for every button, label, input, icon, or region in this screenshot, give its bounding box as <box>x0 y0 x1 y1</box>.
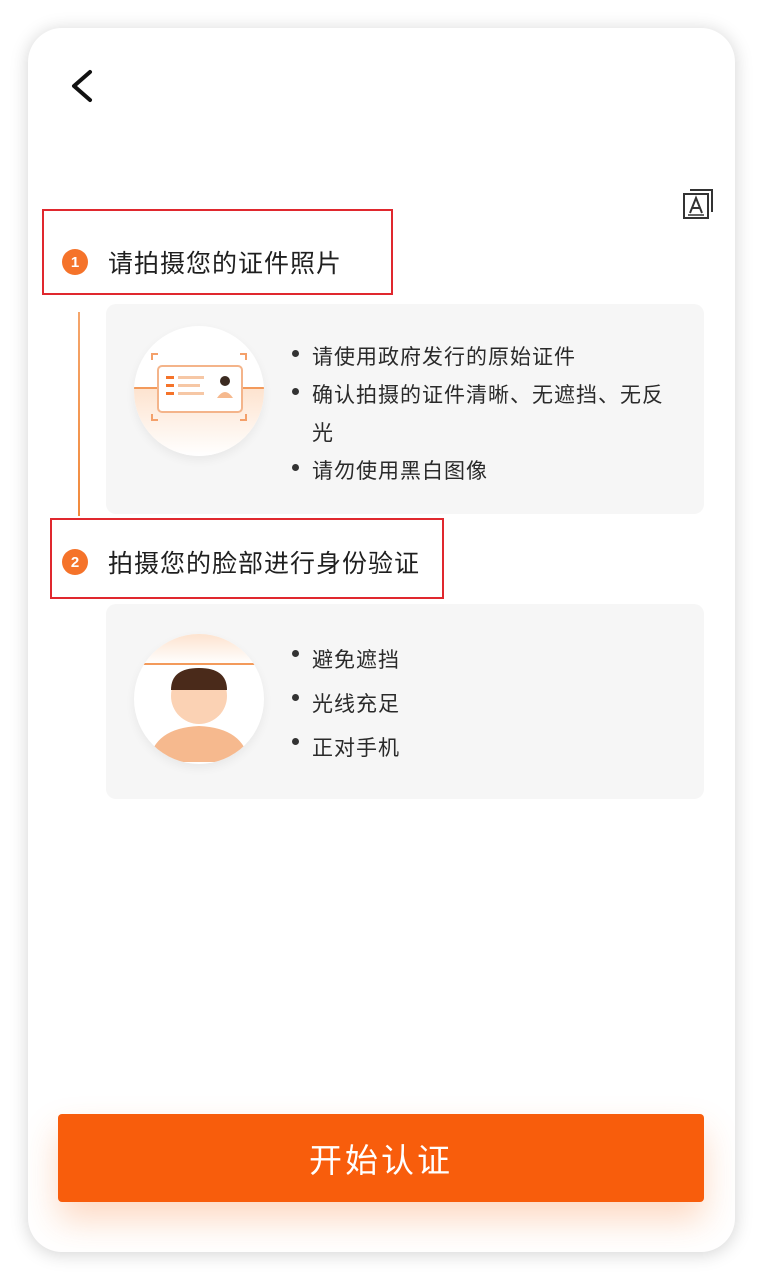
font-size-icon <box>683 189 713 219</box>
step-1-badge: 1 <box>62 249 88 275</box>
step-1-card: 请使用政府发行的原始证件 确认拍摄的证件清晰、无遮挡、无反光 请勿使用黑白图像 <box>106 304 704 514</box>
tip-item: 确认拍摄的证件清晰、无遮挡、无反光 <box>290 376 680 452</box>
start-verification-button[interactable]: 开始认证 <box>58 1114 704 1202</box>
chevron-left-icon <box>72 70 92 102</box>
step-2-card: 避免遮挡 光线充足 正对手机 <box>106 604 704 799</box>
id-card-icon <box>134 326 264 456</box>
font-size-button[interactable] <box>682 186 718 222</box>
tip-item: 请勿使用黑白图像 <box>290 452 680 490</box>
step-timeline <box>78 312 80 516</box>
face-icon <box>134 634 264 764</box>
step-1-title: 请拍摄您的证件照片 <box>108 249 343 278</box>
tip-item: 请使用政府发行的原始证件 <box>290 338 680 376</box>
phone-frame: 1 请拍摄您的证件照片 请使用政府发行的原始证件 确认拍摄的证件清晰、无遮挡、无… <box>28 28 735 1252</box>
back-button[interactable] <box>64 64 108 108</box>
step-2-badge: 2 <box>62 549 88 575</box>
step-1-header: 1 请拍摄您的证件照片 <box>62 244 342 280</box>
step-2-tips: 避免遮挡 光线充足 正对手机 <box>290 638 680 770</box>
step-1-tips: 请使用政府发行的原始证件 确认拍摄的证件清晰、无遮挡、无反光 请勿使用黑白图像 <box>290 338 680 490</box>
step-2-title: 拍摄您的脸部进行身份验证 <box>108 549 421 578</box>
tip-item: 正对手机 <box>290 726 680 770</box>
tip-item: 光线充足 <box>290 682 680 726</box>
tip-item: 避免遮挡 <box>290 638 680 682</box>
step-2-header: 2 拍摄您的脸部进行身份验证 <box>62 544 420 580</box>
